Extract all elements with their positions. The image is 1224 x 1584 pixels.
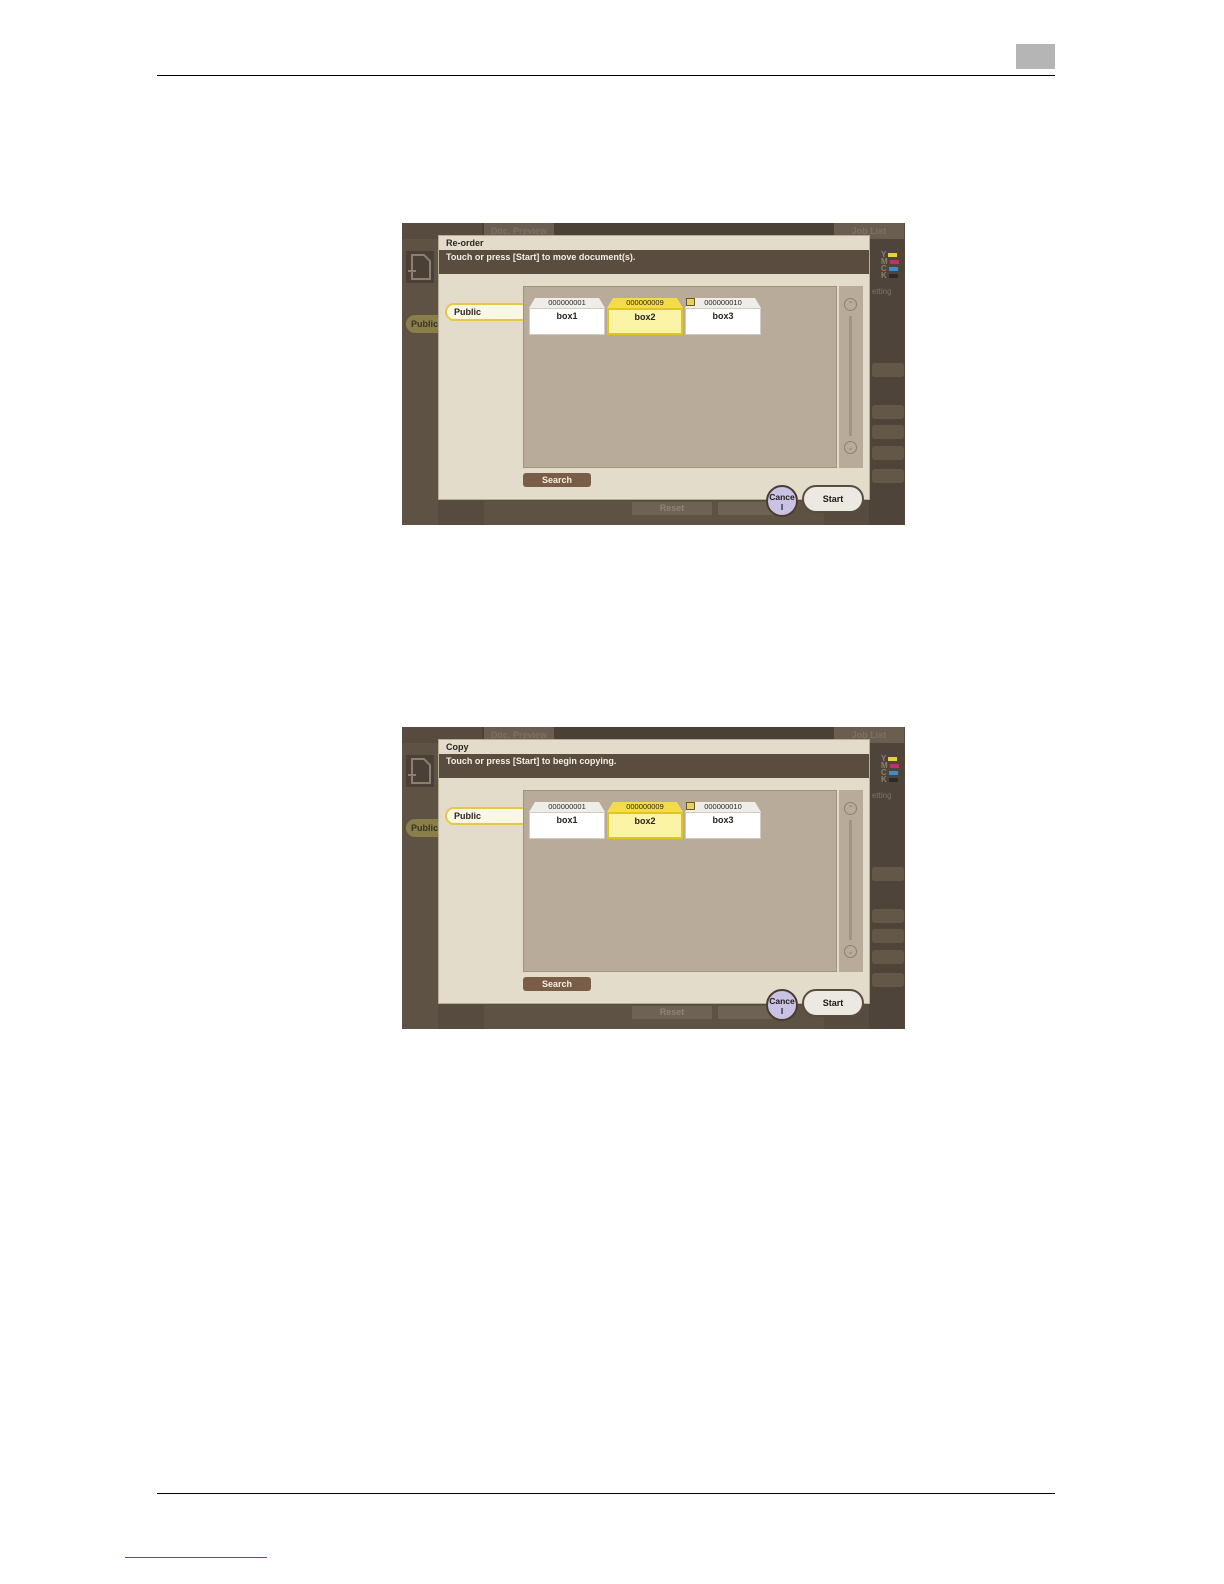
box-item[interactable]: 000000001 box1 (529, 802, 605, 839)
dialog-message: Touch or press [Start] to begin copying. (439, 754, 869, 778)
document-icon (406, 755, 434, 787)
scroll-down-icon[interactable]: ⌄ (844, 441, 857, 454)
search-button[interactable]: Search (523, 473, 591, 487)
background-reset-button: Reset (632, 502, 712, 515)
box-name: box1 (529, 308, 605, 335)
start-button[interactable]: Start (802, 485, 864, 513)
scroll-up-icon[interactable]: ⌃ (844, 802, 857, 815)
box-name: box3 (685, 812, 761, 839)
box-number: 000000010 (685, 802, 761, 812)
background-right-button (872, 405, 904, 419)
box-item-selected[interactable]: 000000009 box2 (607, 802, 683, 839)
background-right-button (872, 909, 904, 923)
dialog-title: Copy (439, 740, 869, 754)
cancel-button[interactable]: Cance l (766, 485, 798, 517)
page-number-tab (1016, 44, 1055, 69)
box-item-selected[interactable]: 000000009 box2 (607, 298, 683, 335)
box-name: box3 (685, 308, 761, 335)
footer-link[interactable] (125, 1557, 267, 1558)
screenshot-reorder: Doc. Preview Job List Public Y M C K ett… (402, 223, 905, 525)
dialog-title: Re-order (439, 236, 869, 250)
box-number: 000000010 (685, 298, 761, 308)
background-reset-button: Reset (632, 1006, 712, 1019)
box-number: 000000009 (607, 802, 683, 812)
box-name: box2 (607, 812, 683, 839)
toner-indicator: Y M C K (881, 755, 899, 784)
footer-rule (157, 1493, 1055, 1494)
header-rule (157, 75, 1055, 76)
background-right-button (872, 950, 904, 964)
background-right-button (872, 929, 904, 943)
reorder-dialog: Re-order Touch or press [Start] to move … (438, 235, 870, 500)
start-button[interactable]: Start (802, 989, 864, 1017)
scrollbar[interactable] (849, 820, 852, 940)
box-item[interactable]: 000000001 box1 (529, 298, 605, 335)
background-right-button (872, 446, 904, 460)
background-setting-label: etting (872, 287, 892, 296)
background-right-button (872, 363, 904, 377)
tab-public[interactable]: Public (445, 303, 525, 321)
screenshot-copy: Doc. Preview Job List Public Y M C K ett… (402, 727, 905, 1029)
box-item[interactable]: 000000010 box3 (685, 802, 761, 839)
scroll-up-icon[interactable]: ⌃ (844, 298, 857, 311)
background-right-button (872, 425, 904, 439)
box-name: box1 (529, 812, 605, 839)
box-number: 000000001 (529, 298, 605, 308)
tab-public[interactable]: Public (445, 807, 525, 825)
scrollbar[interactable] (849, 316, 852, 436)
copy-dialog: Copy Touch or press [Start] to begin cop… (438, 739, 870, 1004)
toner-indicator: Y M C K (881, 251, 899, 280)
dialog-message: Touch or press [Start] to move document(… (439, 250, 869, 274)
cancel-button[interactable]: Cance l (766, 989, 798, 1021)
box-number: 000000001 (529, 802, 605, 812)
background-setting-label: etting (872, 791, 892, 800)
background-right-button (872, 973, 904, 987)
lock-icon (686, 298, 695, 306)
document-icon (406, 251, 434, 283)
box-item[interactable]: 000000010 box3 (685, 298, 761, 335)
box-number: 000000009 (607, 298, 683, 308)
lock-icon (686, 802, 695, 810)
box-name: box2 (607, 308, 683, 335)
background-right-button (872, 469, 904, 483)
scroll-down-icon[interactable]: ⌄ (844, 945, 857, 958)
search-button[interactable]: Search (523, 977, 591, 991)
background-right-button (872, 867, 904, 881)
